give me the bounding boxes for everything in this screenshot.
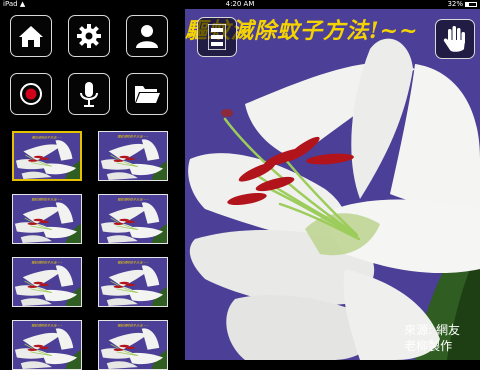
slide-thumbnail[interactable]: 驅蚊滅除蚊子方法!~~ (12, 194, 82, 244)
slide-thumbnail[interactable]: 驅蚊滅除蚊子方法!~~ (98, 257, 168, 307)
thumbnail-caption: 驅蚊滅除蚊子方法!~~ (32, 136, 63, 140)
thumbnail-caption: 驅蚊滅除蚊子方法!~~ (31, 324, 63, 328)
gear-icon (77, 24, 101, 48)
list-icon (208, 24, 226, 50)
battery-percent: 32% (447, 0, 463, 8)
status-battery: 32% (447, 0, 477, 9)
record-button[interactable] (10, 73, 52, 115)
slide-thumbnail[interactable]: 驅蚊滅除蚊子方法!~~ (98, 131, 168, 181)
slide-thumbnail[interactable]: 驅蚊滅除蚊子方法!~~ (98, 194, 168, 244)
status-time: 4:20 AM (225, 0, 255, 8)
sidebar: 驅蚊滅除蚊子方法!~~ 驅蚊滅除蚊子方法!~~ 驅蚊滅除蚊子方法!~~ 驅蚊滅除蚊子方… (0, 9, 185, 370)
battery-icon (465, 2, 477, 7)
slide-thumbnail[interactable]: 驅蚊滅除蚊子方法!~~ (12, 131, 82, 181)
record-icon (20, 83, 42, 105)
microphone-icon (80, 82, 98, 107)
folder-icon (135, 86, 160, 103)
slide-thumbnail[interactable]: 驅蚊滅除蚊子方法!~~ (12, 320, 82, 370)
hand-tool-button[interactable] (435, 19, 475, 59)
slide-thumbnail[interactable]: 驅蚊滅除蚊子方法!~~ (12, 257, 82, 307)
slide-credit: 來源: 網友 老柳製作 (404, 322, 460, 354)
slide-view: 驅蚊滅除蚊子方法!~~ 來源: 網友 老柳製作 (185, 9, 480, 360)
thumbnail-caption: 驅蚊滅除蚊子方法!~~ (31, 198, 63, 202)
slide-thumbnail[interactable]: 驅蚊滅除蚊子方法!~~ (98, 320, 168, 370)
settings-button[interactable] (68, 15, 110, 57)
person-icon (136, 25, 158, 48)
microphone-button[interactable] (68, 73, 110, 115)
hand-icon (443, 26, 465, 52)
thumbnail-caption: 驅蚊滅除蚊子方法!~~ (117, 324, 149, 328)
folder-button[interactable] (126, 73, 168, 115)
home-button[interactable] (10, 15, 52, 57)
status-bar: iPad ▲ 4:20 AM 32% (0, 0, 480, 9)
credit-source: 來源: 網友 (404, 323, 460, 337)
slide-menu-button[interactable] (197, 17, 237, 57)
thumbnail-caption: 驅蚊滅除蚊子方法!~~ (117, 135, 149, 139)
profile-button[interactable] (126, 15, 168, 57)
home-icon (19, 26, 43, 47)
thumbnail-caption: 驅蚊滅除蚊子方法!~~ (31, 261, 63, 265)
thumbnail-caption: 驅蚊滅除蚊子方法!~~ (117, 261, 149, 265)
lily-flower-image (185, 9, 480, 360)
thumbnail-caption: 驅蚊滅除蚊子方法!~~ (117, 198, 149, 202)
credit-author: 老柳製作 (404, 339, 453, 353)
